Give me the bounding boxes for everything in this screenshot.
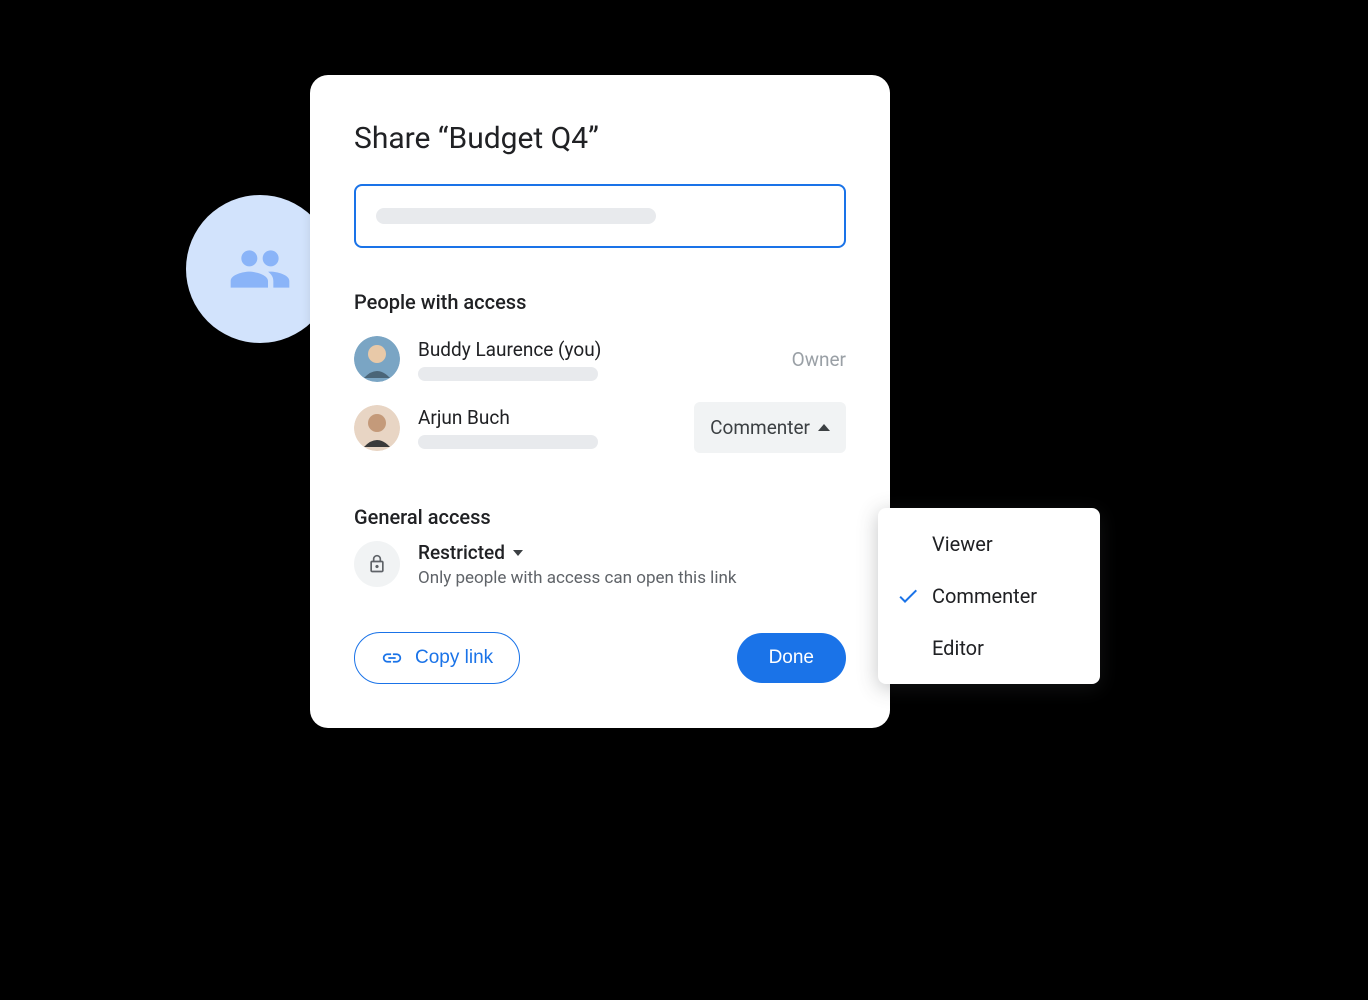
person-row-owner: Buddy Laurence (you) Owner <box>354 326 846 392</box>
avatar <box>354 336 400 382</box>
general-access-dropdown[interactable]: Restricted <box>418 541 846 564</box>
add-people-input[interactable] <box>354 184 846 248</box>
person-row: Arjun Buch Commenter <box>354 392 846 463</box>
role-dropdown-commenter[interactable]: Commenter <box>694 402 846 453</box>
lock-circle <box>354 541 400 587</box>
check-icon <box>896 584 924 608</box>
people-icon <box>228 237 292 301</box>
email-skeleton <box>418 435 598 449</box>
people-with-access-header: People with access <box>354 290 846 314</box>
general-access-row: Restricted Only people with access can o… <box>354 541 846 588</box>
menu-item-editor[interactable]: Editor <box>878 622 1100 674</box>
caret-up-icon <box>818 424 830 431</box>
dialog-title: Share “Budget Q4” <box>354 121 846 156</box>
lock-icon <box>367 554 387 574</box>
restricted-label: Restricted <box>418 541 505 564</box>
link-icon <box>381 647 403 669</box>
caret-down-icon <box>513 550 523 556</box>
menu-option-label: Viewer <box>932 532 993 556</box>
input-placeholder-skeleton <box>376 208 656 224</box>
person-name: Arjun Buch <box>418 406 694 429</box>
role-dropdown-menu: Viewer Commenter Editor <box>878 508 1100 684</box>
general-access-description: Only people with access can open this li… <box>418 568 846 588</box>
dialog-button-row: Copy link Done <box>354 632 846 684</box>
copy-link-button[interactable]: Copy link <box>354 632 520 684</box>
role-dropdown-label: Commenter <box>710 416 810 439</box>
email-skeleton <box>418 367 598 381</box>
done-label: Done <box>769 647 814 668</box>
person-name: Buddy Laurence (you) <box>418 338 792 361</box>
menu-item-commenter[interactable]: Commenter <box>878 570 1100 622</box>
general-access-header: General access <box>354 505 846 529</box>
menu-option-label: Editor <box>932 636 984 660</box>
menu-item-viewer[interactable]: Viewer <box>878 518 1100 570</box>
done-button[interactable]: Done <box>737 633 846 683</box>
avatar <box>354 405 400 451</box>
copy-link-label: Copy link <box>415 647 493 669</box>
share-dialog: Share “Budget Q4” People with access Bud… <box>310 75 890 728</box>
role-owner-label: Owner <box>792 348 846 371</box>
menu-option-label: Commenter <box>932 584 1037 608</box>
